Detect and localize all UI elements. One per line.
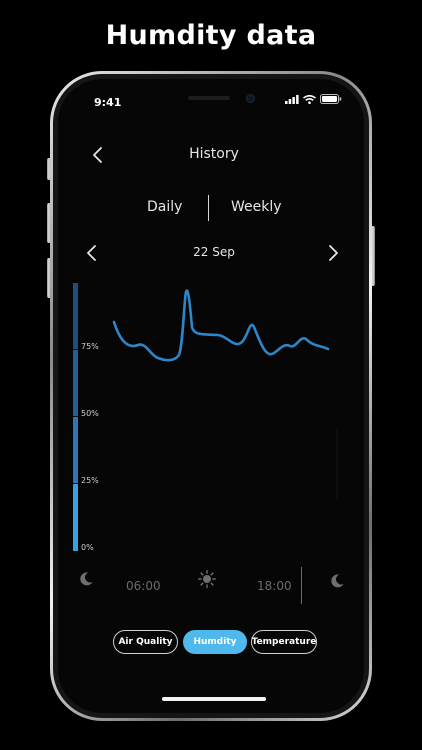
y-label-75: 75% — [81, 342, 99, 351]
time-label-morning: 06:00 — [126, 579, 161, 593]
humidity-chart — [112, 289, 338, 499]
time-label-evening: 18:00 — [257, 579, 292, 593]
app-store-screenshot: Humdity data 9:41 History Daily Weekly 2… — [0, 0, 422, 750]
scale-segment-75 — [73, 350, 78, 416]
status-time: 9:41 — [94, 96, 122, 109]
wifi-icon — [303, 94, 316, 104]
front-camera — [246, 94, 255, 103]
tab-humidity[interactable]: Humdity — [183, 630, 247, 654]
segment-divider — [208, 195, 209, 221]
speaker — [188, 96, 230, 100]
y-label-50: 50% — [81, 409, 99, 418]
moon-icon — [331, 574, 344, 588]
current-time-marker — [301, 567, 302, 604]
moon-icon — [80, 572, 93, 586]
signal-icon — [285, 94, 299, 104]
tab-temperature[interactable]: Temperature — [251, 630, 317, 654]
humidity-line — [112, 289, 330, 362]
chevron-right-icon[interactable] — [325, 243, 341, 263]
page-title: History — [189, 146, 239, 162]
headline: Humdity data — [105, 20, 317, 51]
phone-screen: 9:41 History Daily Weekly 22 Sep 75% 50%… — [58, 79, 364, 713]
date-label: 22 Sep — [193, 245, 235, 259]
sun-icon — [198, 570, 216, 588]
scale-segment-25 — [73, 484, 78, 551]
tab-weekly[interactable]: Weekly — [231, 199, 282, 215]
scale-segment-50 — [73, 417, 78, 483]
tab-air-quality[interactable]: Air Quality — [113, 630, 178, 654]
phone-bezel: 9:41 History Daily Weekly 22 Sep 75% 50%… — [53, 74, 369, 718]
scale-segment-top — [73, 283, 78, 349]
battery-icon — [320, 94, 342, 104]
y-label-0: 0% — [81, 543, 94, 552]
tab-daily[interactable]: Daily — [147, 199, 182, 215]
status-icons — [285, 94, 342, 104]
home-indicator[interactable] — [162, 697, 266, 701]
phone-frame: 9:41 History Daily Weekly 22 Sep 75% 50%… — [50, 71, 372, 721]
y-label-25: 25% — [81, 476, 99, 485]
